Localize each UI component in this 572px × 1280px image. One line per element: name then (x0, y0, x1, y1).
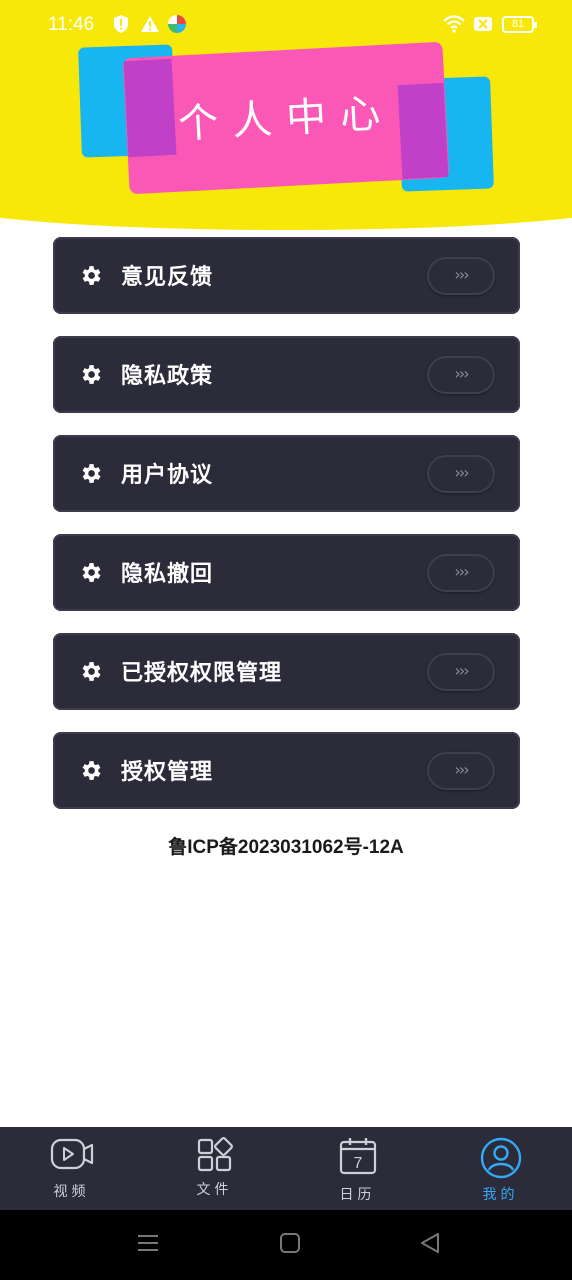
bottom-tab-bar: 视频 文件 7 日历 我的 (0, 1127, 572, 1210)
grid-icon (197, 1137, 233, 1172)
video-icon (50, 1138, 93, 1170)
page-banner: 个人中心 (0, 0, 572, 232)
header: 11:46 81 个人中心 (0, 0, 572, 232)
calendar-day: 7 (353, 1155, 362, 1172)
menu-item-label: 隐私撤回 (121, 562, 214, 587)
chevron-right-icon[interactable]: ››› (427, 653, 495, 691)
gear-icon (82, 761, 101, 780)
user-icon (480, 1137, 521, 1179)
gear-icon (82, 563, 101, 582)
menu-item-label: 意见反馈 (121, 265, 214, 290)
tab-label: 文件 (196, 1182, 233, 1198)
chevron-right-icon[interactable]: ››› (427, 554, 495, 592)
home-icon[interactable] (279, 1232, 301, 1254)
tab-files[interactable]: 文件 (143, 1127, 286, 1210)
menu-item-label: 隐私政策 (121, 364, 214, 389)
tab-label: 我的 (482, 1187, 519, 1203)
menu-item-feedback[interactable]: 意见反馈 ››› (53, 237, 520, 314)
gear-icon (82, 365, 101, 384)
settings-menu: 意见反馈 ››› 隐私政策 ››› 用户协议 ››› 隐私撤回 ››› 已授权权… (53, 237, 520, 831)
gear-icon (82, 266, 101, 285)
system-navigation-bar (0, 1210, 572, 1280)
tab-calendar[interactable]: 7 日历 (286, 1127, 429, 1210)
icp-license: 鲁ICP备2023031062号-12A (168, 837, 404, 858)
chevron-right-icon[interactable]: ››› (427, 257, 495, 295)
menu-item-privacy-revoke[interactable]: 隐私撤回 ››› (53, 534, 520, 611)
menu-item-granted-permissions[interactable]: 已授权权限管理 ››› (53, 633, 520, 710)
tab-label: 日历 (339, 1187, 376, 1203)
menu-item-label: 已授权权限管理 (121, 661, 283, 686)
menu-item-label: 授权管理 (121, 760, 214, 785)
tab-profile[interactable]: 我的 (429, 1127, 572, 1210)
menu-item-privacy-policy[interactable]: 隐私政策 ››› (53, 336, 520, 413)
menu-item-user-agreement[interactable]: 用户协议 ››› (53, 435, 520, 512)
chevron-right-icon[interactable]: ››› (427, 356, 495, 394)
tab-video[interactable]: 视频 (0, 1127, 143, 1210)
menu-item-authorization-management[interactable]: 授权管理 ››› (53, 732, 520, 809)
gear-icon (82, 464, 101, 483)
back-icon[interactable] (419, 1232, 441, 1254)
chevron-right-icon[interactable]: ››› (427, 455, 495, 493)
menu-icon[interactable] (137, 1232, 159, 1254)
menu-item-label: 用户协议 (121, 463, 214, 488)
gear-icon (82, 662, 101, 681)
chevron-right-icon[interactable]: ››› (427, 752, 495, 790)
tab-label: 视频 (53, 1184, 90, 1200)
calendar-icon: 7 (339, 1138, 376, 1175)
